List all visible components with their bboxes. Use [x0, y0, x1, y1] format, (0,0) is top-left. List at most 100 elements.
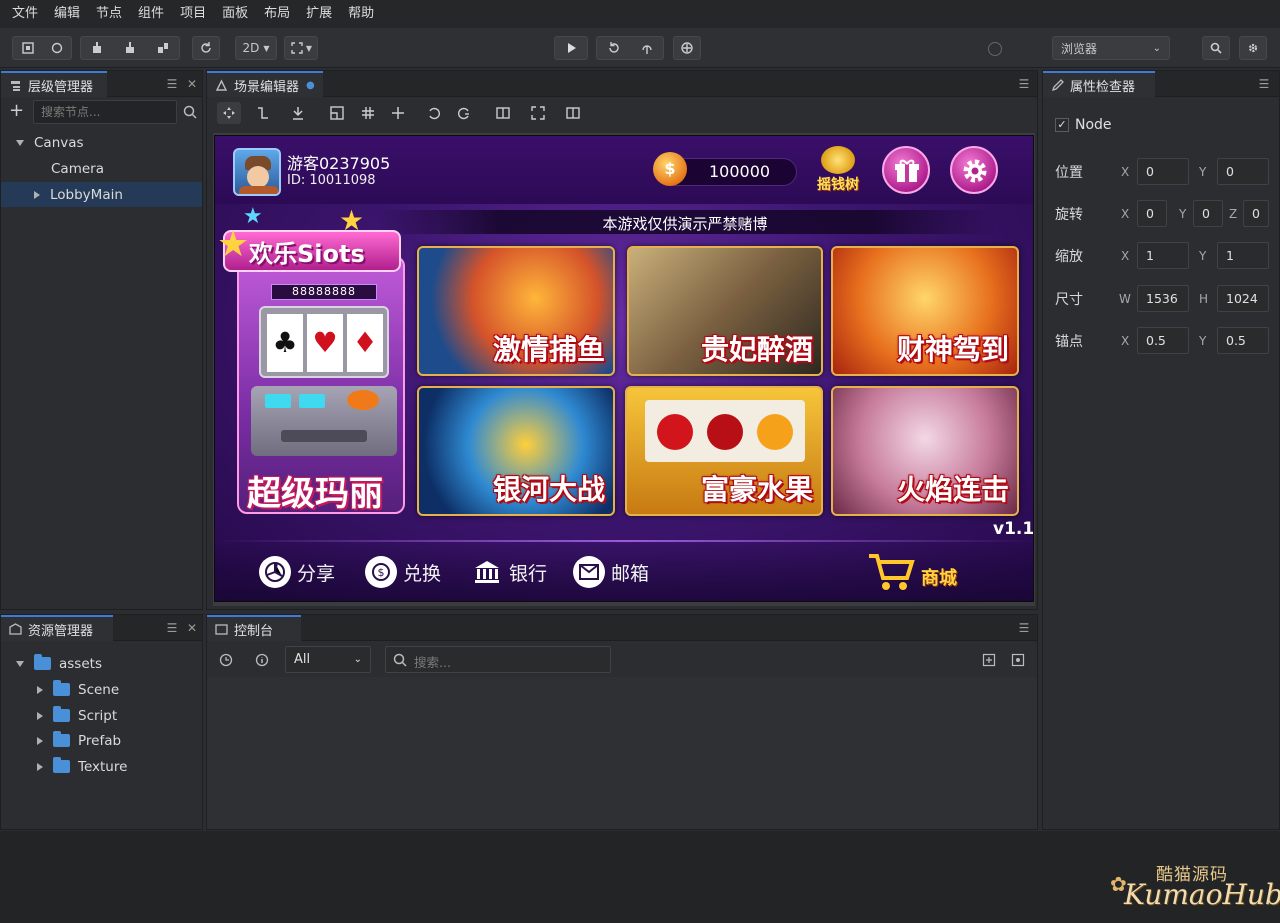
preview-target-select[interactable]: 浏览器 ⌄: [1052, 36, 1170, 60]
align-middle-icon[interactable]: [123, 41, 137, 55]
shop-button[interactable]: 商城: [867, 544, 977, 594]
asset-folder-script[interactable]: Script: [1, 703, 202, 728]
collapse-arrow-icon[interactable]: [37, 762, 43, 771]
redo-icon[interactable]: [456, 105, 472, 121]
split-view-icon[interactable]: [565, 105, 581, 121]
collapse-arrow-icon[interactable]: [37, 685, 43, 694]
tab-scene-editor[interactable]: 场景编辑器 ●: [207, 71, 323, 97]
project-settings-button[interactable]: [1202, 36, 1230, 60]
game-tile-guifei[interactable]: 贵妃醉酒: [627, 246, 823, 376]
money-tree-button[interactable]: 摇钱树: [811, 144, 865, 198]
menu-project[interactable]: 项目: [172, 0, 214, 28]
menu-extension[interactable]: 扩展: [298, 0, 340, 28]
distribute-icon[interactable]: [156, 41, 170, 55]
close-icon[interactable]: ✕: [185, 621, 199, 635]
nav-share[interactable]: 分享: [259, 554, 335, 590]
position-y-field[interactable]: 0: [1217, 158, 1269, 185]
search-icon[interactable]: [183, 105, 197, 119]
position-x-field[interactable]: 0: [1137, 158, 1189, 185]
transform-tool-group[interactable]: [12, 36, 72, 60]
settings-game-button[interactable]: [950, 146, 998, 194]
anchor-y-field[interactable]: 0.5: [1217, 327, 1269, 354]
menu-help[interactable]: 帮助: [340, 0, 382, 28]
asset-folder-texture[interactable]: Texture: [1, 754, 202, 779]
asset-folder-prefab[interactable]: Prefab: [1, 728, 202, 753]
collapse-arrow-icon[interactable]: [37, 736, 43, 745]
game-tile-fishing[interactable]: 激情捕鱼: [417, 246, 615, 376]
play-button[interactable]: [554, 36, 588, 60]
asset-folder-scene[interactable]: Scene: [1, 677, 202, 702]
tab-assets[interactable]: 资源管理器: [1, 615, 113, 641]
size-width-field[interactable]: 1536: [1137, 285, 1189, 312]
connect-button[interactable]: [673, 36, 701, 60]
panel-menu-icon[interactable]: ☰: [1017, 621, 1031, 635]
collapse-arrow-icon[interactable]: [34, 190, 40, 199]
size-height-field[interactable]: 1024: [1217, 285, 1269, 312]
menu-panel[interactable]: 面板: [214, 0, 256, 28]
collapse-logs-icon[interactable]: [982, 653, 996, 667]
clear-logs-icon[interactable]: [1011, 653, 1025, 667]
menu-layout[interactable]: 布局: [256, 0, 298, 28]
hierarchy-search-input[interactable]: 搜索节点...: [33, 100, 177, 124]
align-center-icon[interactable]: [495, 105, 511, 121]
settings-button[interactable]: [1239, 36, 1267, 60]
tree-node-lobbymain[interactable]: LobbyMain: [1, 182, 202, 207]
tab-console[interactable]: 控制台: [207, 615, 301, 641]
game-preview-canvas[interactable]: 游客0237905 ID: 10011098 $ 100000 摇钱树 本游戏仅…: [214, 135, 1034, 602]
nav-exchange[interactable]: $ 兑换: [365, 554, 441, 590]
playback-controls[interactable]: [596, 36, 664, 60]
menu-node[interactable]: 节点: [88, 0, 130, 28]
console-search-input[interactable]: 搜索...: [385, 646, 611, 673]
expand-arrow-icon[interactable]: [16, 660, 24, 667]
game-tile-fruit[interactable]: 富豪水果: [625, 386, 823, 516]
player-avatar[interactable]: [233, 148, 281, 196]
panel-menu-icon[interactable]: ☰: [165, 621, 179, 635]
tab-inspector[interactable]: 属性检查器: [1043, 71, 1155, 97]
tree-node-camera[interactable]: Camera: [1, 156, 202, 181]
snap-tool-group[interactable]: [80, 36, 180, 60]
nav-mailbox[interactable]: 邮箱: [573, 554, 649, 590]
info-icon[interactable]: [255, 653, 269, 667]
scale-y-field[interactable]: 1: [1217, 242, 1269, 269]
rotate-gizmo-icon[interactable]: [255, 105, 271, 121]
restart-icon[interactable]: [607, 41, 621, 55]
node-active-checkbox[interactable]: ✓: [1055, 118, 1069, 132]
panel-menu-icon[interactable]: ☰: [1017, 77, 1031, 91]
menu-edit[interactable]: 编辑: [46, 0, 88, 28]
refresh-button[interactable]: [192, 36, 220, 60]
rotation-x-field[interactable]: 0: [1137, 200, 1167, 227]
gift-button[interactable]: [882, 146, 930, 194]
collapse-arrow-icon[interactable]: [37, 711, 43, 720]
rotation-z-field[interactable]: 0: [1243, 200, 1269, 227]
game-tile-galaxy[interactable]: 银河大战: [417, 386, 615, 516]
grid-icon[interactable]: [360, 105, 376, 121]
anchor-x-field[interactable]: 0.5: [1137, 327, 1189, 354]
crosshair-icon[interactable]: [390, 105, 406, 121]
gizmo-dropdown[interactable]: ▼: [284, 36, 318, 60]
nav-bank[interactable]: 银行: [471, 554, 547, 590]
pin-icon[interactable]: [290, 105, 306, 121]
undo-icon[interactable]: [426, 105, 442, 121]
menu-component[interactable]: 组件: [130, 0, 172, 28]
align-top-icon[interactable]: [90, 41, 104, 55]
expand-arrow-icon[interactable]: [16, 139, 24, 146]
tab-hierarchy[interactable]: 层级管理器: [1, 71, 107, 97]
add-node-icon[interactable]: +: [9, 102, 27, 120]
rotate-tool-icon[interactable]: [50, 41, 64, 55]
console-log-area[interactable]: [207, 677, 1037, 829]
log-level-select[interactable]: All ⌄: [285, 646, 371, 673]
fit-view-icon[interactable]: [530, 105, 546, 121]
move-gizmo-button[interactable]: [217, 102, 241, 124]
view-mode-dropdown[interactable]: 2D ▼: [235, 36, 277, 60]
game-tile-flame[interactable]: 火焰连击: [831, 386, 1019, 516]
move-tool-icon[interactable]: [21, 41, 35, 55]
game-tile-caishen[interactable]: 财神驾到: [831, 246, 1019, 376]
step-icon[interactable]: [640, 41, 654, 55]
tree-node-canvas[interactable]: Canvas: [1, 130, 202, 155]
asset-folder-root[interactable]: assets: [1, 651, 202, 676]
rect-tool-icon[interactable]: [329, 105, 345, 121]
panel-menu-icon[interactable]: ☰: [1257, 77, 1271, 91]
close-icon[interactable]: ✕: [185, 77, 199, 91]
menu-file[interactable]: 文件: [4, 0, 46, 28]
scale-x-field[interactable]: 1: [1137, 242, 1189, 269]
